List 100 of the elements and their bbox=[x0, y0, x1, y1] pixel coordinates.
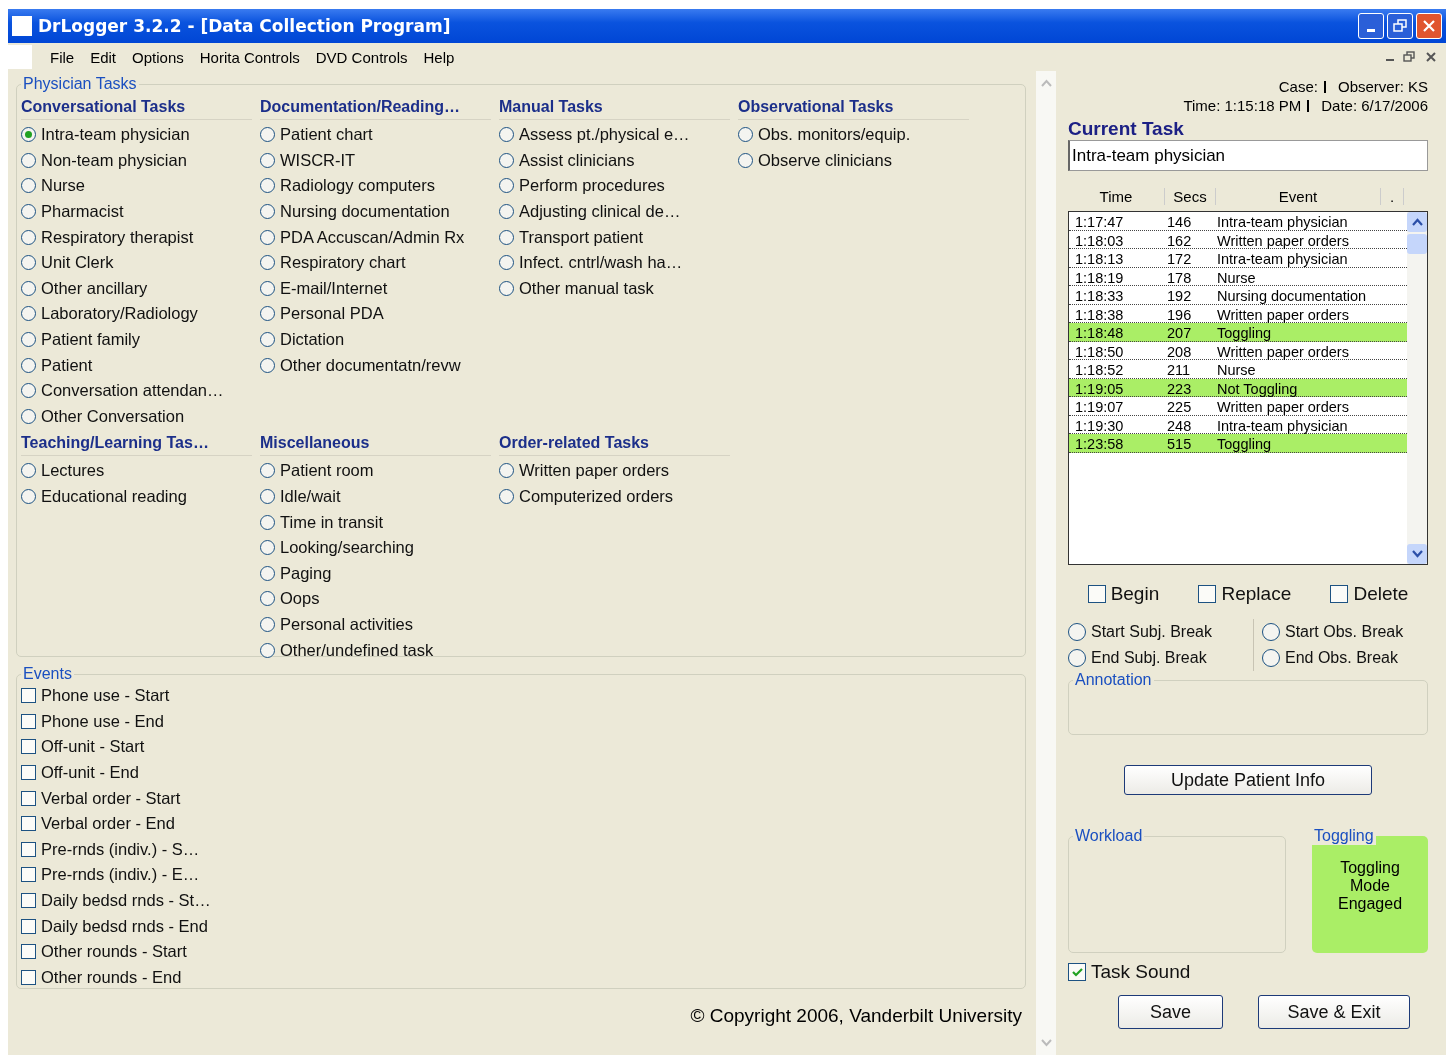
close-button[interactable] bbox=[1416, 13, 1442, 39]
scroll-up-button[interactable] bbox=[1407, 212, 1427, 232]
task-radio[interactable]: Nursing documentation bbox=[260, 198, 499, 225]
event-checkbox[interactable]: Daily bedsd rnds - End bbox=[21, 913, 1025, 939]
event-checkbox[interactable]: Pre-rnds (indiv.) - S… bbox=[21, 836, 1025, 863]
task-radio[interactable]: Intra-team physician bbox=[21, 122, 260, 148]
event-checkbox[interactable]: Other rounds - End bbox=[21, 964, 1025, 991]
event-checkbox[interactable]: Phone use - Start bbox=[21, 683, 1025, 709]
task-radio[interactable]: Adjusting clinical de… bbox=[499, 198, 738, 225]
task-radio[interactable]: Patient chart bbox=[260, 122, 499, 148]
task-radio[interactable]: Educational reading bbox=[21, 483, 260, 510]
task-radio[interactable]: Lectures bbox=[21, 458, 260, 484]
scroll-down-button[interactable] bbox=[1407, 544, 1427, 564]
task-radio[interactable]: Patient bbox=[21, 352, 260, 378]
log-row[interactable]: 1:18:13 172 Intra-team physician bbox=[1069, 249, 1407, 268]
menu-item[interactable]: Help bbox=[415, 48, 463, 66]
task-radio[interactable]: Computerized orders bbox=[499, 483, 738, 510]
event-checkbox[interactable]: Off-unit - Start bbox=[21, 734, 1025, 760]
current-task-field[interactable]: Intra-team physician bbox=[1068, 140, 1428, 171]
task-radio[interactable]: Assess pt./physical e… bbox=[499, 122, 738, 148]
break-radio[interactable]: Start Obs. Break bbox=[1254, 619, 1424, 645]
caret-up-icon bbox=[1411, 218, 1423, 226]
log-row[interactable]: 1:18:03 162 Written paper orders bbox=[1069, 230, 1407, 249]
task-radio[interactable]: Written paper orders bbox=[499, 458, 738, 484]
category-heading: Order-related Tasks bbox=[499, 431, 730, 457]
column-header[interactable]: Event bbox=[1216, 187, 1381, 205]
option-checkbox[interactable]: Replace bbox=[1198, 581, 1292, 607]
task-radio[interactable]: Time in transit bbox=[260, 509, 499, 535]
update-patient-info-button[interactable]: Update Patient Info bbox=[1124, 765, 1372, 795]
task-radio[interactable]: Obs. monitors/equip. bbox=[738, 122, 977, 148]
task-radio[interactable]: Patient family bbox=[21, 326, 260, 353]
task-radio[interactable]: Personal activities bbox=[260, 611, 499, 638]
task-radio[interactable]: Other/undefined task bbox=[260, 637, 499, 663]
option-checkbox[interactable]: Delete bbox=[1330, 581, 1409, 607]
event-checkbox[interactable]: Daily bedsd rnds - St… bbox=[21, 887, 1025, 914]
event-checkbox[interactable]: Verbal order - Start bbox=[21, 785, 1025, 811]
minimize-button[interactable] bbox=[1358, 13, 1384, 39]
event-checkbox[interactable]: Off-unit - End bbox=[21, 759, 1025, 786]
task-radio[interactable]: Unit Clerk bbox=[21, 249, 260, 276]
restore-icon bbox=[1393, 19, 1407, 33]
event-checkbox[interactable]: Verbal order - End bbox=[21, 810, 1025, 837]
menu-item[interactable]: DVD Controls bbox=[307, 48, 416, 66]
task-radio[interactable]: Perform procedures bbox=[499, 173, 738, 199]
task-radio[interactable]: Patient room bbox=[260, 458, 499, 484]
task-radio[interactable]: Other manual task bbox=[499, 275, 738, 302]
task-radio[interactable]: Personal PDA bbox=[260, 301, 499, 327]
event-checkbox[interactable]: Phone use - End bbox=[21, 708, 1025, 735]
task-radio[interactable]: Radiology computers bbox=[260, 173, 499, 199]
task-radio[interactable]: Transport patient bbox=[499, 224, 738, 250]
column-header[interactable]: Secs bbox=[1165, 187, 1216, 205]
menu-item[interactable]: Edit bbox=[82, 48, 125, 66]
restore-button[interactable] bbox=[1387, 13, 1413, 39]
close-icon[interactable] bbox=[1424, 50, 1438, 64]
task-radio[interactable]: Other documentatn/revw bbox=[260, 352, 499, 378]
task-radio[interactable]: WISCR-IT bbox=[260, 147, 499, 174]
task-radio[interactable]: Other Conversation bbox=[21, 403, 260, 430]
category-heading: Documentation/Reading… bbox=[260, 95, 491, 120]
task-radio[interactable]: Oops bbox=[260, 586, 499, 612]
task-radio[interactable]: Pharmacist bbox=[21, 198, 260, 225]
log-row[interactable]: 1:19:05 223 Not Toggling bbox=[1069, 378, 1407, 397]
option-checkbox[interactable]: Begin bbox=[1087, 581, 1160, 607]
scroll-thumb[interactable] bbox=[1407, 234, 1427, 254]
task-radio[interactable]: PDA Accuscan/Admin Rx bbox=[260, 224, 499, 250]
task-radio[interactable]: Non-team physician bbox=[21, 147, 260, 174]
task-radio[interactable]: Observe clinicians bbox=[738, 147, 977, 174]
log-row[interactable]: 1:17:47 146 Intra-team physician bbox=[1069, 212, 1407, 231]
event-checkbox[interactable]: Other rounds - Start bbox=[21, 938, 1025, 965]
close-icon bbox=[1422, 19, 1436, 33]
task-radio[interactable]: Assist clinicians bbox=[499, 147, 738, 174]
task-radio[interactable]: Respiratory chart bbox=[260, 249, 499, 276]
category-heading: Manual Tasks bbox=[499, 95, 730, 120]
event-checkbox[interactable]: Pre-rnds (indiv.) - E… bbox=[21, 862, 1025, 888]
save-button[interactable]: Save bbox=[1118, 995, 1223, 1029]
break-radio[interactable]: End Subj. Break bbox=[1068, 645, 1254, 671]
task-radio[interactable]: Laboratory/Radiology bbox=[21, 301, 260, 327]
break-radio[interactable]: Start Subj. Break bbox=[1068, 619, 1254, 645]
break-radio[interactable]: End Obs. Break bbox=[1254, 645, 1424, 671]
task-radio[interactable]: Infect. cntrl/wash ha… bbox=[499, 249, 738, 276]
log-row[interactable]: 1:18:48 207 Toggling bbox=[1069, 323, 1407, 342]
column-header[interactable]: . bbox=[1381, 187, 1404, 205]
scrollbar[interactable] bbox=[1407, 212, 1427, 564]
save-button[interactable]: Save & Exit bbox=[1258, 995, 1410, 1029]
menu-item[interactable]: Options bbox=[124, 48, 192, 66]
task-radio[interactable]: Idle/wait bbox=[260, 483, 499, 510]
minimize-icon bbox=[1367, 28, 1375, 32]
column-header[interactable]: Time bbox=[1068, 187, 1165, 205]
menu-item[interactable]: File bbox=[42, 48, 83, 66]
task-radio[interactable]: Looking/searching bbox=[260, 534, 499, 561]
task-radio[interactable]: Dictation bbox=[260, 326, 499, 353]
category-heading: Conversational Tasks bbox=[21, 95, 252, 120]
restore-icon[interactable] bbox=[1402, 50, 1416, 64]
task-radio[interactable]: Paging bbox=[260, 560, 499, 587]
task-radio[interactable]: Nurse bbox=[21, 173, 260, 199]
task-radio[interactable]: E-mail/Internet bbox=[260, 275, 499, 302]
log-row[interactable]: 1:23:58 515 Toggling bbox=[1069, 434, 1407, 453]
task-radio[interactable]: Other ancillary bbox=[21, 275, 260, 302]
menu-item[interactable]: Horita Controls bbox=[191, 48, 308, 66]
task-radio[interactable]: Respiratory therapist bbox=[21, 224, 260, 250]
task-radio[interactable]: Conversation attendan… bbox=[21, 377, 260, 404]
task-sound-checkbox[interactable]: Task Sound bbox=[1068, 959, 1428, 985]
